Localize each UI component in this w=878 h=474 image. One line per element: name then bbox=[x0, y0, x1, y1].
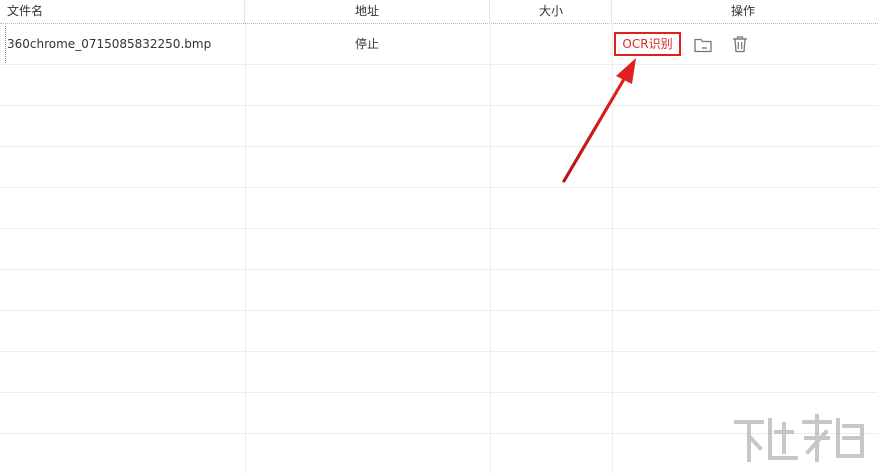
file-list-page: { "table": { "headers": { "filename": "文… bbox=[0, 0, 878, 474]
row-divider bbox=[0, 64, 878, 65]
row-divider bbox=[0, 228, 878, 229]
header-size[interactable]: 大小 bbox=[539, 0, 563, 23]
row-address: 停止 bbox=[355, 37, 380, 51]
header-actions: 操作 bbox=[731, 4, 756, 18]
column-divider bbox=[245, 24, 246, 474]
row-divider bbox=[0, 351, 878, 352]
column-divider bbox=[490, 24, 491, 474]
table-header: 文件名 地址 大小 操作 bbox=[0, 0, 878, 24]
annotation-arrow-icon bbox=[562, 58, 636, 183]
row-divider bbox=[0, 269, 878, 270]
header-divider[interactable] bbox=[611, 0, 612, 24]
row-focus-indicator bbox=[5, 26, 7, 63]
row-divider bbox=[0, 105, 878, 106]
trash-icon[interactable] bbox=[730, 34, 750, 54]
row-divider bbox=[0, 310, 878, 311]
ocr-recognize-button[interactable]: OCR识别 bbox=[614, 32, 681, 56]
row-divider bbox=[0, 146, 878, 147]
header-divider[interactable] bbox=[489, 0, 490, 24]
header-divider[interactable] bbox=[244, 0, 245, 24]
header-address[interactable]: 地址 bbox=[355, 0, 379, 23]
row-divider bbox=[0, 187, 878, 188]
header-filename[interactable]: 文件名 bbox=[7, 0, 43, 23]
row-filename: 360chrome_0715085832250.bmp bbox=[7, 37, 212, 51]
column-divider bbox=[612, 24, 613, 474]
row-divider bbox=[0, 392, 878, 393]
xiazaiba-logo bbox=[734, 414, 864, 462]
folder-icon[interactable] bbox=[693, 35, 713, 55]
